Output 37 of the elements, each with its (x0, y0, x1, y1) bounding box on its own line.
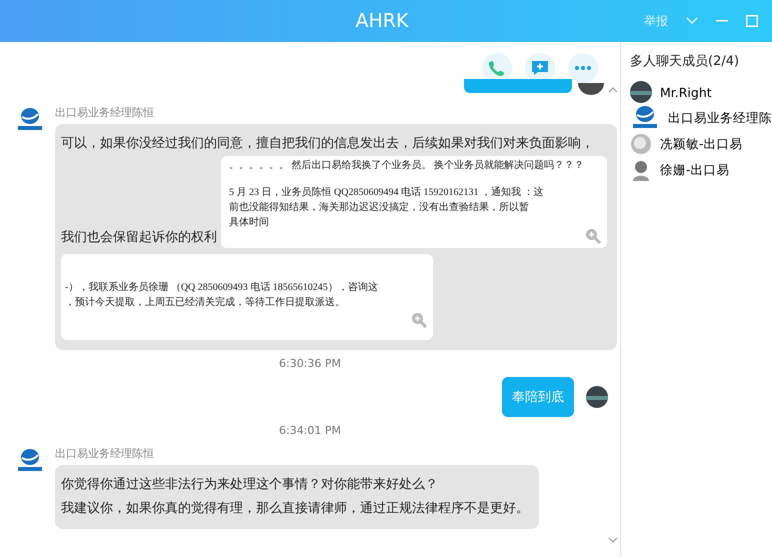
panel-title: 多人聊天成员(2/4) (630, 53, 740, 70)
member-name[interactable]: 出口易业务经理陈 (668, 110, 772, 126)
member-name[interactable]: Mr.Right (660, 84, 712, 100)
member-name[interactable]: 徐姗-出口易 (660, 162, 730, 178)
message-text: 我们也会保留起诉你的权利 (61, 229, 217, 247)
more-icon (575, 66, 591, 70)
chevron-down-icon[interactable] (686, 17, 698, 25)
message-text: 我建议你，如果你真的觉得有理，那么直接请律师，通过正规法律程序不是更好。 (61, 500, 529, 518)
message-text: 你觉得你通过这些非法行为来处理这个事情？对你能带来好处么？ (61, 476, 439, 494)
maximize-icon[interactable] (746, 15, 758, 27)
avatar-image (578, 83, 604, 95)
scroll-up-icon[interactable] (608, 87, 618, 93)
chat-plus-icon (531, 60, 549, 76)
timestamp: 6:30:36 PM (278, 356, 342, 372)
screenshot-text: 5 月 23 日，业务员陈恒 QQ2850609494 电话 15920162131 ，通知我 ：这 (229, 186, 544, 200)
avatar-image (630, 133, 652, 155)
window-title: AHRK (354, 10, 410, 32)
minimize-icon[interactable] (716, 20, 728, 22)
phone-icon (489, 60, 505, 76)
avatar-image (630, 81, 652, 103)
zoom-in-icon[interactable] (585, 228, 601, 244)
zoom-in-icon[interactable] (411, 312, 427, 328)
message-text: 可以，如果你没经过我们的同意，擅自把我们的信息发出去，后续如果对我们对来负面影响， (61, 135, 595, 153)
screenshot-text: 具体时间 (229, 216, 270, 230)
sender-name: 出口易业务经理陈恒 (55, 105, 155, 120)
sender-name: 出口易业务经理陈恒 (55, 446, 155, 461)
avatar-image (586, 386, 608, 408)
member-name[interactable]: 冼颖敏-出口易 (660, 136, 743, 152)
more-button[interactable] (568, 53, 598, 83)
screenshot-text: ，预计今天提取，上周五已经清关完成，等待工作日提取派送。 (65, 296, 346, 310)
screenshot-text: -），我联系业务员徐珊 （QQ 2850609493 电话 18565610245），咨询这 (65, 280, 379, 295)
message-bubble: 奉陪到底 (502, 377, 574, 417)
screenshot-text: 前也没能得知结果，海关那边迟迟没搞定，没有出查验结果，所以暂 (229, 200, 530, 215)
avatar-image (630, 159, 652, 181)
timestamp: 6:34:01 PM (278, 423, 342, 439)
scroll-down-icon[interactable] (608, 537, 618, 543)
screenshot-text: 。。。。。。 然后出口易给我换了个业务员。 换个业务员就能解决问题吗？？？ (229, 158, 585, 173)
